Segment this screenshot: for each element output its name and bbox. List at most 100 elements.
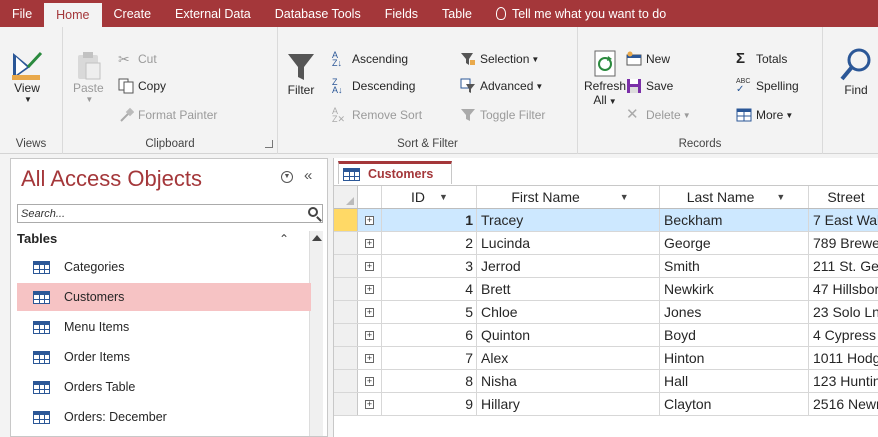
column-header-first-name[interactable]: First Name ▼ (477, 186, 660, 208)
expand-plus-icon[interactable]: + (365, 307, 374, 317)
table-row[interactable]: +6QuintonBoyd4 Cypress C (334, 324, 878, 347)
select-all-button[interactable] (334, 186, 358, 208)
record-selector[interactable] (334, 232, 358, 254)
tell-me-box[interactable]: Tell me what you want to do (484, 0, 666, 27)
new-record-button[interactable]: New (626, 51, 670, 67)
cell-id[interactable]: 8 (382, 370, 477, 392)
nav-scrollbar[interactable] (309, 231, 323, 436)
expand-row-cell[interactable]: + (358, 301, 382, 323)
cell-street[interactable]: 211 St. Geo (809, 255, 878, 277)
cell-id[interactable]: 4 (382, 278, 477, 300)
record-selector[interactable] (334, 393, 358, 415)
table-row[interactable]: +3JerrodSmith211 St. Geo (334, 255, 878, 278)
tab-database-tools[interactable]: Database Tools (263, 0, 373, 27)
nav-item-order-items[interactable]: Order Items (17, 343, 311, 371)
cell-last-name[interactable]: Clayton (660, 393, 809, 415)
expand-row-cell[interactable]: + (358, 255, 382, 277)
cell-id[interactable]: 6 (382, 324, 477, 346)
cell-id[interactable]: 1 (382, 209, 477, 231)
table-row[interactable]: +9HillaryClayton2516 Newm (334, 393, 878, 416)
cell-street[interactable]: 4 Cypress C (809, 324, 878, 346)
chevron-down-icon[interactable]: ▼ (776, 192, 785, 202)
collapse-pane-icon[interactable]: « (304, 167, 312, 184)
expand-row-cell[interactable]: + (358, 347, 382, 369)
selection-button[interactable]: Selection ▼ (460, 51, 539, 67)
expand-row-cell[interactable]: + (358, 370, 382, 392)
cut-button[interactable]: ✂ Cut (118, 51, 157, 67)
cell-last-name[interactable]: Hinton (660, 347, 809, 369)
column-header-street[interactable]: Street (809, 186, 878, 208)
format-painter-button[interactable]: Format Painter (118, 107, 217, 123)
record-selector[interactable] (334, 347, 358, 369)
filter-button[interactable]: Filter (286, 51, 316, 97)
remove-sort-button[interactable]: A Z✕ Remove Sort (332, 107, 422, 124)
column-header-id[interactable]: ID ▼ (382, 186, 477, 208)
cell-last-name[interactable]: Hall (660, 370, 809, 392)
expand-plus-icon[interactable]: + (365, 376, 374, 386)
advanced-button[interactable]: Advanced ▼ (460, 78, 543, 94)
column-header-last-name[interactable]: Last Name ▼ (660, 186, 809, 208)
cell-last-name[interactable]: Beckham (660, 209, 809, 231)
tab-file[interactable]: File (0, 0, 44, 27)
spelling-button[interactable]: ABC ✓ Spelling (736, 78, 799, 95)
sort-descending-button[interactable]: Z A↓ Descending (332, 78, 415, 95)
expand-plus-icon[interactable]: + (365, 399, 374, 409)
chevron-down-icon[interactable]: ▼ (620, 192, 629, 202)
expand-row-cell[interactable]: + (358, 278, 382, 300)
table-row[interactable]: +4BrettNewkirk47 Hillsboro (334, 278, 878, 301)
cell-last-name[interactable]: George (660, 232, 809, 254)
cell-last-name[interactable]: Boyd (660, 324, 809, 346)
expand-row-cell[interactable]: + (358, 324, 382, 346)
tab-table[interactable]: Table (430, 0, 484, 27)
view-button[interactable]: View ▼ (10, 49, 44, 104)
cell-first-name[interactable]: Quinton (477, 324, 660, 346)
nav-section-tables[interactable]: Tables (17, 231, 57, 246)
chevron-down-icon[interactable]: ▼ (439, 192, 448, 202)
cell-first-name[interactable]: Tracey (477, 209, 660, 231)
cell-first-name[interactable]: Lucinda (477, 232, 660, 254)
record-selector[interactable] (334, 324, 358, 346)
cell-first-name[interactable]: Alex (477, 347, 660, 369)
more-button[interactable]: More ▼ (736, 107, 793, 123)
cell-street[interactable]: 47 Hillsboro (809, 278, 878, 300)
cell-id[interactable]: 5 (382, 301, 477, 323)
dialog-launcher-icon[interactable] (265, 140, 273, 148)
table-row[interactable]: +2 Lucinda George 789 Brewer (334, 232, 878, 255)
collapse-section-icon[interactable]: ⌃ (279, 232, 289, 246)
expand-plus-icon[interactable]: + (365, 330, 374, 340)
find-button[interactable]: Find (839, 47, 873, 97)
save-record-button[interactable]: Save (626, 78, 673, 94)
tab-create[interactable]: Create (102, 0, 164, 27)
nav-search-input[interactable] (18, 205, 298, 222)
nav-item-menu-items[interactable]: Menu Items (17, 313, 311, 341)
expand-plus-icon[interactable]: + (365, 215, 374, 225)
totals-button[interactable]: Σ Totals (736, 51, 787, 67)
cell-first-name[interactable]: Brett (477, 278, 660, 300)
chevron-down-icon[interactable]: ▼ (281, 171, 293, 183)
tab-home[interactable]: Home (44, 3, 102, 27)
sort-ascending-button[interactable]: A Z↓ Ascending (332, 51, 408, 68)
record-selector[interactable] (334, 301, 358, 323)
nav-item-orders-december[interactable]: Orders: December (17, 403, 311, 431)
document-tab-customers[interactable]: Customers (338, 161, 452, 184)
cell-id[interactable]: 9 (382, 393, 477, 415)
record-selector[interactable] (334, 278, 358, 300)
expand-row-cell[interactable]: + (358, 209, 382, 231)
cell-first-name[interactable]: Nisha (477, 370, 660, 392)
scroll-up-icon[interactable] (311, 235, 322, 241)
cell-first-name[interactable]: Hillary (477, 393, 660, 415)
record-selector[interactable] (334, 370, 358, 392)
cell-last-name[interactable]: Smith (660, 255, 809, 277)
expand-plus-icon[interactable]: + (365, 284, 374, 294)
cell-street[interactable]: 789 Brewer (809, 232, 878, 254)
expand-row-cell[interactable]: + (358, 393, 382, 415)
cell-street[interactable]: 1011 Hodge (809, 347, 878, 369)
nav-item-customers[interactable]: Customers (17, 283, 311, 311)
cell-id[interactable]: 3 (382, 255, 477, 277)
tab-external-data[interactable]: External Data (163, 0, 263, 27)
cell-street[interactable]: 123 Huntin (809, 370, 878, 392)
tab-fields[interactable]: Fields (373, 0, 430, 27)
nav-item-orders-table[interactable]: Orders Table (17, 373, 311, 401)
table-row[interactable]: +7AlexHinton1011 Hodge (334, 347, 878, 370)
expand-plus-icon[interactable]: + (365, 261, 374, 271)
